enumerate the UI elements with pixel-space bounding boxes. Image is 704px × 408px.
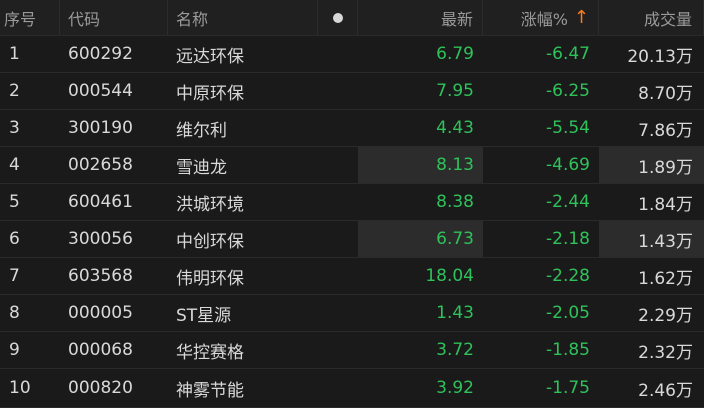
- sort-arrow-icon: ↑: [573, 7, 589, 28]
- table-row[interactable]: 4 002658 雪迪龙 8.13 -4.69 1.89万: [0, 147, 704, 184]
- row-seq: 5: [9, 192, 20, 212]
- row-volume: 8.70万: [638, 83, 693, 104]
- row-dot: [318, 295, 358, 331]
- row-seq: 9: [9, 340, 20, 360]
- row-dot: [318, 258, 358, 294]
- row-volume: 2.29万: [638, 305, 693, 326]
- row-name: 维尔利: [176, 120, 227, 141]
- row-dot: [318, 73, 358, 109]
- header-change[interactable]: 涨幅% ↑: [483, 0, 599, 35]
- row-volume: 2.32万: [638, 342, 693, 363]
- row-dot: [318, 147, 358, 183]
- row-code: 000544: [68, 81, 133, 101]
- table-row[interactable]: 5 600461 洪城环境 8.38 -2.44 1.84万: [0, 184, 704, 221]
- header-name[interactable]: 名称: [168, 0, 318, 35]
- row-code: 000820: [68, 378, 133, 398]
- table-row[interactable]: 3 300190 维尔利 4.43 -5.54 7.86万: [0, 110, 704, 147]
- row-dot: [318, 332, 358, 368]
- row-change: -2.18: [546, 229, 590, 249]
- row-price: 3.72: [436, 340, 474, 360]
- row-volume: 2.46万: [638, 380, 693, 401]
- row-dot: [318, 221, 358, 257]
- stock-table: 序号 代码 名称 最新 涨幅% ↑ 成交量 1 600292 远达环保 6.79…: [0, 0, 704, 408]
- header-seq[interactable]: 序号: [0, 0, 60, 35]
- row-price: 8.38: [436, 192, 474, 212]
- row-name: 伟明环保: [176, 268, 244, 289]
- row-seq: 8: [9, 303, 20, 323]
- row-seq: 2: [9, 81, 20, 101]
- row-code: 600461: [68, 192, 133, 212]
- row-price: 3.92: [436, 378, 474, 398]
- row-change: -1.85: [546, 340, 590, 360]
- row-seq: 3: [9, 118, 20, 138]
- row-code: 002658: [68, 155, 133, 175]
- row-name: 中创环保: [176, 231, 244, 252]
- row-volume: 1.43万: [599, 221, 704, 257]
- row-dot: [318, 36, 358, 72]
- row-price: 6.79: [436, 44, 474, 64]
- row-change: -1.75: [546, 378, 590, 398]
- row-change: -2.28: [546, 266, 590, 286]
- row-change: -2.05: [546, 303, 590, 323]
- row-change: -6.25: [546, 81, 590, 101]
- row-volume: 1.84万: [638, 194, 693, 215]
- row-dot: [318, 184, 358, 220]
- table-row[interactable]: 6 300056 中创环保 6.73 -2.18 1.43万: [0, 221, 704, 258]
- row-seq: 6: [9, 229, 20, 249]
- row-name: ST星源: [176, 305, 232, 326]
- row-seq: 7: [9, 266, 20, 286]
- table-row[interactable]: 7 603568 伟明环保 18.04 -2.28 1.62万: [0, 258, 704, 295]
- table-row[interactable]: 9 000068 华控赛格 3.72 -1.85 2.32万: [0, 332, 704, 369]
- row-price: 4.43: [436, 118, 474, 138]
- row-seq: 10: [9, 378, 31, 398]
- row-change: -4.69: [546, 155, 590, 175]
- row-volume: 1.89万: [599, 147, 704, 183]
- table-row[interactable]: 8 000005 ST星源 1.43 -2.05 2.29万: [0, 295, 704, 332]
- row-code: 600292: [68, 44, 133, 64]
- row-code: 000068: [68, 340, 133, 360]
- row-price: 7.95: [436, 81, 474, 101]
- row-price: 8.13: [358, 147, 483, 183]
- header-code[interactable]: 代码: [60, 0, 168, 35]
- row-volume: 7.86万: [638, 120, 693, 141]
- dot-icon: [332, 12, 343, 23]
- row-name: 雪迪龙: [176, 157, 227, 178]
- row-change: -6.47: [546, 44, 590, 64]
- row-code: 300190: [68, 118, 133, 138]
- row-code: 300056: [68, 229, 133, 249]
- header-dot-column[interactable]: [318, 0, 358, 35]
- row-price: 18.04: [425, 266, 474, 286]
- row-name: 远达环保: [176, 46, 244, 67]
- header-price[interactable]: 最新: [358, 0, 483, 35]
- header-change-label: 涨幅%: [520, 9, 568, 29]
- row-seq: 4: [9, 155, 20, 175]
- table-row[interactable]: 2 000544 中原环保 7.95 -6.25 8.70万: [0, 73, 704, 110]
- table-header: 序号 代码 名称 最新 涨幅% ↑ 成交量: [0, 0, 704, 36]
- row-price: 1.43: [436, 303, 474, 323]
- table-row[interactable]: 1 600292 远达环保 6.79 -6.47 20.13万: [0, 36, 704, 73]
- row-dot: [318, 110, 358, 146]
- row-name: 洪城环境: [176, 194, 244, 215]
- table-row[interactable]: 10 000820 神雾节能 3.92 -1.75 2.46万: [0, 369, 704, 408]
- row-change: -2.44: [546, 192, 590, 212]
- row-seq: 1: [9, 44, 20, 64]
- row-code: 000005: [68, 303, 133, 323]
- row-code: 603568: [68, 266, 133, 286]
- row-change: -5.54: [546, 118, 590, 138]
- row-dot: [318, 369, 358, 407]
- row-name: 华控赛格: [176, 342, 244, 363]
- row-volume: 1.62万: [638, 268, 693, 289]
- row-name: 神雾节能: [176, 380, 244, 401]
- row-name: 中原环保: [176, 83, 244, 104]
- row-price: 6.73: [358, 221, 483, 257]
- header-volume[interactable]: 成交量: [599, 0, 704, 35]
- row-volume: 20.13万: [627, 46, 693, 67]
